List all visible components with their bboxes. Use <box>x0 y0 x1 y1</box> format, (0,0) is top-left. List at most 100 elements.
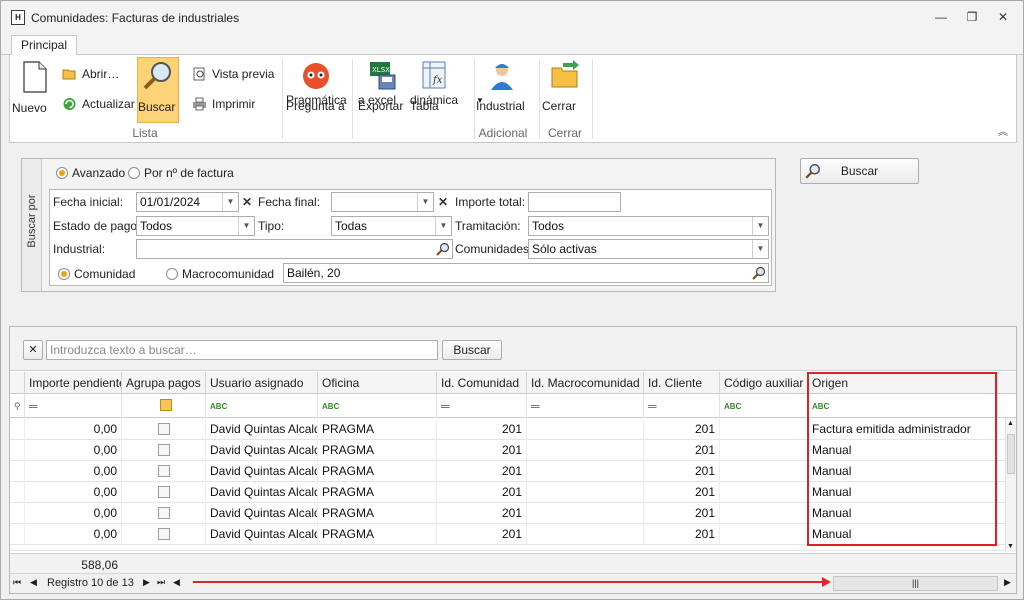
cell-codigo[interactable] <box>720 503 808 524</box>
cell-importe[interactable]: 0,00 <box>25 482 122 503</box>
actualizar-button[interactable]: Actualizar <box>60 95 135 113</box>
column-header[interactable]: Id. Cliente <box>644 372 720 394</box>
community-input[interactable]: Bailén, 20 <box>283 263 769 283</box>
collapse-ribbon-icon[interactable]: ︽ <box>998 123 1008 138</box>
cell-id-macro[interactable] <box>527 503 644 524</box>
cell-id-macro[interactable] <box>527 524 644 545</box>
last-record-icon[interactable]: ⏭ <box>157 577 165 588</box>
scroll-right-icon[interactable]: ▶ <box>1004 577 1011 588</box>
dropdown-arrow-icon[interactable]: ▼ <box>752 240 768 258</box>
cell-oficina[interactable]: PRAGMA <box>318 419 437 440</box>
filter-cell[interactable]: ═ <box>527 394 644 418</box>
cell-id-cliente[interactable]: 201 <box>644 440 720 461</box>
cell-codigo[interactable] <box>720 419 808 440</box>
agrupa-pagos-checkbox[interactable] <box>122 461 206 482</box>
abrir-button[interactable]: Abrir… <box>60 65 119 83</box>
column-header[interactable]: Id. Comunidad <box>437 372 527 394</box>
cell-id-macro[interactable] <box>527 440 644 461</box>
scroll-left-icon[interactable]: ◀ <box>173 577 180 588</box>
exportar-excel-button[interactable]: XLSX Exportar a excel <box>358 59 408 121</box>
column-header[interactable]: Oficina <box>318 372 437 394</box>
cell-id-comunidad[interactable]: 201 <box>437 482 527 503</box>
checkbox[interactable] <box>157 423 170 435</box>
cell-usuario[interactable]: David Quintas Alcalde <box>206 461 318 482</box>
horizontal-scroll-thumb[interactable]: ||| <box>833 576 998 591</box>
cell-oficina[interactable]: PRAGMA <box>318 482 437 503</box>
search-icon[interactable] <box>436 242 450 256</box>
agrupa-pagos-checkbox[interactable] <box>122 419 206 440</box>
filter-cell[interactable]: ═ <box>644 394 720 418</box>
checkbox[interactable] <box>157 444 170 456</box>
cell-codigo[interactable] <box>720 482 808 503</box>
dropdown-arrow-icon[interactable]: ▼ <box>238 217 254 235</box>
cell-id-comunidad[interactable]: 201 <box>437 524 527 545</box>
cell-id-cliente[interactable]: 201 <box>644 482 720 503</box>
cell-id-cliente[interactable]: 201 <box>644 524 720 545</box>
cell-codigo[interactable] <box>720 461 808 482</box>
checkbox[interactable] <box>157 465 170 477</box>
cell-usuario[interactable]: David Quintas Alcalde <box>206 503 318 524</box>
checkbox[interactable] <box>157 507 170 519</box>
filter-cell[interactable]: ═ <box>25 394 122 418</box>
tramitacion-select[interactable]: Todos ▼ <box>528 216 769 236</box>
estado-pago-select[interactable]: Todos ▼ <box>136 216 255 236</box>
cell-oficina[interactable]: PRAGMA <box>318 503 437 524</box>
first-record-icon[interactable]: ⏮ <box>13 577 21 588</box>
dropdown-arrow-icon[interactable]: ▼ <box>222 193 238 211</box>
tipo-select[interactable]: Todas ▼ <box>331 216 452 236</box>
comunidades-select[interactable]: Sólo activas ▼ <box>528 239 769 259</box>
dropdown-arrow-icon[interactable]: ▼ <box>752 217 768 235</box>
tab-principal[interactable]: Principal <box>11 35 78 56</box>
dropdown-arrow-icon[interactable]: ▼ <box>435 217 451 235</box>
column-header[interactable]: Código auxiliar <box>720 372 808 394</box>
prev-record-icon[interactable]: ◀ <box>30 577 37 588</box>
minimize-button[interactable]: — <box>931 9 951 25</box>
cell-usuario[interactable]: David Quintas Alcalde <box>206 440 318 461</box>
filter-cell[interactable]: ABC <box>318 394 437 418</box>
cell-usuario[interactable]: David Quintas Alcalde <box>206 419 318 440</box>
cell-importe[interactable]: 0,00 <box>25 524 122 545</box>
scope-macro-radio[interactable]: Macrocomunidad <box>166 267 274 281</box>
importe-total-input[interactable] <box>528 192 621 212</box>
cell-importe[interactable]: 0,00 <box>25 440 122 461</box>
find-input[interactable]: Introduzca texto a buscar… <box>46 340 438 360</box>
cell-id-macro[interactable] <box>527 461 644 482</box>
close-button[interactable]: ✕ <box>993 9 1013 25</box>
agrupa-pagos-checkbox[interactable] <box>122 503 206 524</box>
cell-oficina[interactable]: PRAGMA <box>318 440 437 461</box>
cell-id-comunidad[interactable]: 201 <box>437 461 527 482</box>
column-header[interactable]: Agrupa pagos <box>122 372 206 394</box>
search-icon[interactable] <box>752 266 766 280</box>
scroll-up-icon[interactable]: ▲ <box>1007 420 1014 427</box>
restore-button[interactable]: ❐ <box>962 9 982 25</box>
row-indicator[interactable] <box>10 524 25 545</box>
column-header[interactable]: Importe pendiente <box>25 372 122 394</box>
industrial-dropdown-button[interactable]: Industrial ▼ <box>476 59 528 121</box>
scope-comunidad-radio[interactable]: Comunidad <box>58 267 135 281</box>
filter-cell[interactable]: ABC <box>720 394 808 418</box>
cell-importe[interactable]: 0,00 <box>25 419 122 440</box>
dropdown-arrow-icon[interactable]: ▼ <box>417 193 433 211</box>
cell-id-macro[interactable] <box>527 482 644 503</box>
pregunta-pragmatica-button[interactable]: Pregunta a Pragmática <box>286 59 347 121</box>
cell-id-comunidad[interactable]: 201 <box>437 440 527 461</box>
cerrar-button[interactable]: Cerrar <box>542 59 588 121</box>
cell-id-macro[interactable] <box>527 419 644 440</box>
row-indicator[interactable] <box>10 461 25 482</box>
row-indicator[interactable] <box>10 419 25 440</box>
nuevo-button[interactable]: Nuevo <box>12 59 58 121</box>
imprimir-button[interactable]: Imprimir <box>190 95 255 113</box>
fecha-final-input[interactable]: ▼ <box>331 192 434 212</box>
checkbox[interactable] <box>157 486 170 498</box>
agrupa-pagos-checkbox[interactable] <box>122 524 206 545</box>
scroll-thumb[interactable] <box>1007 434 1015 474</box>
agrupa-pagos-checkbox[interactable] <box>122 440 206 461</box>
row-indicator[interactable] <box>10 440 25 461</box>
row-indicator[interactable] <box>10 482 25 503</box>
mode-factura-radio[interactable]: Por nº de factura <box>128 166 234 180</box>
cell-importe[interactable]: 0,00 <box>25 461 122 482</box>
close-find-icon[interactable]: ✕ <box>23 340 43 360</box>
mode-avanzado-radio[interactable]: Avanzado <box>56 166 125 180</box>
cell-oficina[interactable]: PRAGMA <box>318 461 437 482</box>
next-record-icon[interactable]: ▶ <box>143 577 150 588</box>
